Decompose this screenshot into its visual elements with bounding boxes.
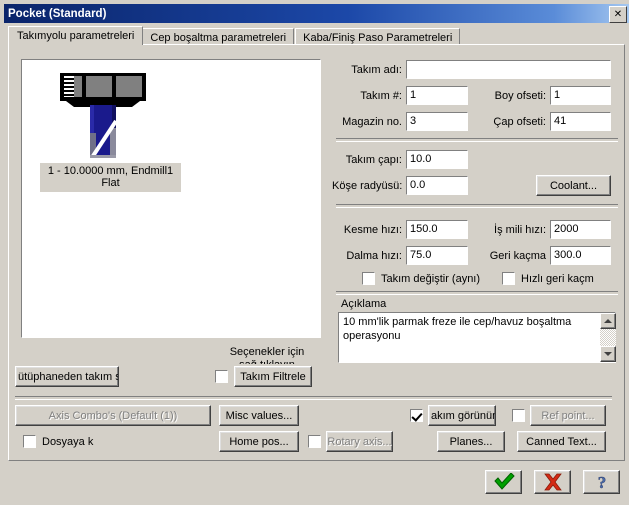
tab-page-panel: 1 - 10.0000 mm, Endmill1 Flat Takım adı:… <box>8 44 625 461</box>
home-pos-button[interactable]: Home pos... <box>219 431 299 452</box>
tool-caption: 1 - 10.0000 mm, Endmill1 Flat <box>40 163 181 192</box>
cancel-button[interactable] <box>534 470 571 494</box>
tool-change-checkbox[interactable] <box>362 272 375 285</box>
tool-change-label: Takım değiştir (aynı) <box>381 273 481 285</box>
scroll-up-icon[interactable] <box>600 313 616 329</box>
length-offset-label: Boy ofseti: <box>494 90 546 102</box>
tool-number-input[interactable]: 1 <box>406 86 468 105</box>
tool-filter-button[interactable]: Takım Filtrele <box>234 366 312 387</box>
question-mark-icon: ? <box>597 473 606 491</box>
tab-cep-bosaltma-parametreleri[interactable]: Cep boşaltma parametreleri <box>142 28 295 45</box>
comment-group-title: Açıklama <box>338 298 390 310</box>
tool-preview-canvas: 1 - 10.0000 mm, Endmill1 Flat <box>22 60 320 337</box>
misc-values-button[interactable]: Misc values... <box>219 405 299 426</box>
tab-strip: Takımyolu parametreleri Cep boşaltma par… <box>8 26 461 45</box>
rapid-retract-checkbox[interactable] <box>502 272 515 285</box>
separator-3 <box>336 291 618 295</box>
check-mark-icon <box>493 473 515 490</box>
tool-display-button[interactable]: akım görünümü <box>428 405 496 426</box>
tool-library-button[interactable]: ütüphaneden takım s <box>15 366 119 387</box>
options-hint-line1: Seçenekler için <box>229 346 305 358</box>
tool-name-input[interactable] <box>406 60 611 79</box>
ref-point-checkbox[interactable] <box>512 409 525 422</box>
planes-button[interactable]: Planes... <box>437 431 505 452</box>
ref-point-button[interactable]: Ref point... <box>530 405 606 426</box>
retract-rate-input[interactable]: 300.0 <box>550 246 611 265</box>
tool-name-label: Takım adı: <box>351 64 402 76</box>
rotary-axis-button[interactable]: Rotary axis... <box>326 431 393 452</box>
tool-parameters-group: Takım adı: Takım #: 1 Boy ofseti: 1 Maga… <box>332 53 618 363</box>
tool-number-label: Takım #: <box>360 90 402 102</box>
canned-text-button[interactable]: Canned Text... <box>517 431 606 452</box>
plunge-rate-input[interactable]: 75.0 <box>406 246 468 265</box>
ok-button[interactable] <box>485 470 522 494</box>
rotary-axis-checkbox[interactable] <box>308 435 321 448</box>
save-to-file-label: Dosyaya k <box>42 436 94 448</box>
spindle-speed-label: İş mili hızı: <box>494 224 546 236</box>
svg-text:?: ? <box>597 473 606 491</box>
length-offset-input[interactable]: 1 <box>550 86 611 105</box>
comment-textarea[interactable]: 10 mm'lik parmak freze ile cep/havuz boş… <box>338 312 616 363</box>
tab-takimyolu-parametreleri[interactable]: Takımyolu parametreleri <box>8 26 144 45</box>
tab-kaba-finis-paso-parametreleri[interactable]: Kaba/Finiş Paso Parametreleri <box>295 28 461 45</box>
rapid-retract-label: Hızlı geri kaçm <box>521 273 594 285</box>
comment-scrollbar[interactable] <box>600 313 616 362</box>
plunge-rate-label: Dalma hızı: <box>346 250 402 262</box>
help-button[interactable]: ? <box>583 470 620 494</box>
pocket-standard-dialog: Pocket (Standard) ✕ Takımyolu parametrel… <box>0 0 629 505</box>
retract-rate-label: Geri kaçma <box>489 250 546 262</box>
save-to-file-checkbox[interactable] <box>23 435 36 448</box>
tool-caption-line2: Flat <box>101 177 120 189</box>
diameter-offset-label: Çap ofseti: <box>493 116 546 128</box>
scroll-down-icon[interactable] <box>600 346 616 362</box>
close-icon[interactable]: ✕ <box>609 6 627 23</box>
separator-1 <box>336 138 618 142</box>
magazine-number-input[interactable]: 3 <box>406 112 468 131</box>
window-title: Pocket (Standard) <box>8 7 107 20</box>
tool-diameter-input[interactable]: 10.0 <box>406 150 468 169</box>
feed-rate-input[interactable]: 150.0 <box>406 220 468 239</box>
coolant-button[interactable]: Coolant... <box>536 175 611 196</box>
corner-radius-label: Köşe radyüsü: <box>332 180 403 192</box>
scrollbar-track[interactable] <box>600 329 616 346</box>
axis-combos-button[interactable]: Axis Combo's (Default (1)) <box>15 405 211 426</box>
comment-text: 10 mm'lik parmak freze ile cep/havuz boş… <box>343 316 572 342</box>
tool-caption-line1: 1 - 10.0000 mm, Endmill1 <box>47 165 174 177</box>
endmill-tool-icon[interactable] <box>60 73 146 158</box>
tool-display-checkbox[interactable] <box>410 409 423 422</box>
spindle-speed-input[interactable]: 2000 <box>550 220 611 239</box>
tool-diameter-label: Takım çapı: <box>345 154 402 166</box>
magazine-number-label: Magazin no. <box>342 116 402 128</box>
feed-rate-label: Kesme hızı: <box>343 224 402 236</box>
corner-radius-input[interactable]: 0.0 <box>406 176 468 195</box>
separator-4 <box>15 396 612 400</box>
red-x-icon <box>543 473 562 491</box>
tool-filter-checkbox[interactable] <box>215 370 228 383</box>
separator-2 <box>336 204 618 208</box>
title-bar: Pocket (Standard) ✕ <box>4 4 629 23</box>
tool-preview-list[interactable]: 1 - 10.0000 mm, Endmill1 Flat <box>21 59 321 338</box>
diameter-offset-input[interactable]: 41 <box>550 112 611 131</box>
options-hint-line2: sağ tıklayın <box>217 359 317 364</box>
